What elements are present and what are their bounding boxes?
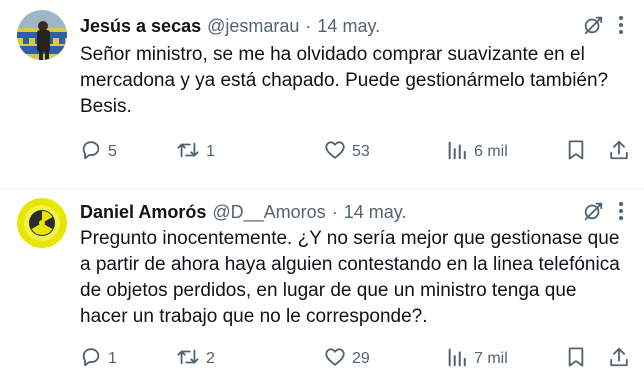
tweet-actions: 5 1 53 6 mil <box>80 139 632 165</box>
like-button[interactable]: 29 <box>324 346 370 372</box>
views-button[interactable]: 7 mil <box>446 346 508 372</box>
like-count: 29 <box>352 350 370 367</box>
share-button[interactable] <box>608 346 630 372</box>
bookmark-button[interactable] <box>566 346 586 372</box>
avatar-image <box>17 10 67 60</box>
author-handle[interactable]: @D__Amoros <box>212 202 325 223</box>
avatar-image <box>17 198 67 248</box>
like-icon <box>324 346 346 373</box>
reply-icon <box>80 139 102 166</box>
reply-icon <box>80 346 102 373</box>
share-icon <box>608 346 630 373</box>
views-button[interactable]: 6 mil <box>446 139 508 165</box>
bookmark-icon <box>566 139 586 166</box>
tweet-text: Pregunto inocentemente. ¿Y no sería mejo… <box>80 228 620 327</box>
retweet-count: 2 <box>206 350 215 367</box>
author-name[interactable]: Daniel Amorós <box>80 202 206 223</box>
reply-button[interactable]: 1 <box>80 346 117 372</box>
retweet-icon <box>176 346 200 373</box>
more-icon[interactable] <box>618 14 624 36</box>
views-icon <box>446 346 468 373</box>
like-count: 53 <box>352 143 370 160</box>
tweet-text: Señor ministro, se me ha olvidado compra… <box>80 44 609 117</box>
tweet-header: Jesús a secas @jesmarau · 14 may. <box>80 14 624 38</box>
retweet-count: 1 <box>206 143 215 160</box>
author-handle[interactable]: @jesmarau <box>207 16 299 37</box>
retweet-icon <box>176 139 200 166</box>
avatar[interactable] <box>17 198 67 248</box>
like-button[interactable]: 53 <box>324 139 370 165</box>
reply-count: 1 <box>108 350 117 367</box>
retweet-button[interactable]: 2 <box>176 346 215 372</box>
separator-dot: · <box>305 15 312 36</box>
views-count: 7 mil <box>474 350 508 367</box>
reply-button[interactable]: 5 <box>80 139 117 165</box>
bookmark-button[interactable] <box>566 139 586 165</box>
grok-icon[interactable] <box>582 200 604 222</box>
share-button[interactable] <box>608 139 630 165</box>
bookmark-icon <box>566 346 586 373</box>
views-icon <box>446 139 468 166</box>
header-icons <box>582 14 624 36</box>
grok-icon[interactable] <box>582 14 604 36</box>
header-icons <box>582 200 624 222</box>
tweet[interactable]: Daniel Amorós @D__Amoros · 14 may. Pregu… <box>0 188 644 384</box>
share-icon <box>608 139 630 166</box>
retweet-button[interactable]: 1 <box>176 139 215 165</box>
more-icon[interactable] <box>618 200 624 222</box>
tweet-date[interactable]: 14 may. <box>317 16 380 37</box>
tweet-header: Daniel Amorós @D__Amoros · 14 may. <box>80 200 624 224</box>
author-name[interactable]: Jesús a secas <box>80 16 201 37</box>
tweet-actions: 1 2 29 7 mil <box>80 346 632 372</box>
views-count: 6 mil <box>474 143 508 160</box>
separator-dot: · <box>331 201 338 222</box>
tweet-date[interactable]: 14 may. <box>344 202 407 223</box>
tweet[interactable]: Jesús a secas @jesmarau · 14 may. Señor … <box>0 0 644 188</box>
reply-count: 5 <box>108 143 117 160</box>
like-icon <box>324 139 346 166</box>
avatar[interactable] <box>17 10 67 60</box>
